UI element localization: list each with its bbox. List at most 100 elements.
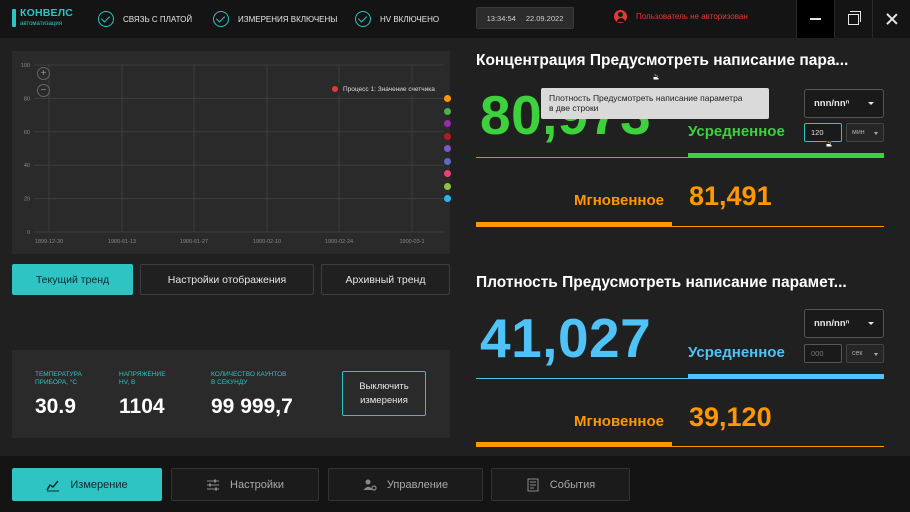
density-divider bbox=[476, 378, 688, 379]
status-label: HV ВКЛЮЧЕНО bbox=[380, 14, 440, 24]
check-circle-icon bbox=[213, 11, 229, 27]
x-tick-label: 1900-01-27 bbox=[180, 239, 208, 245]
series-color-dot[interactable] bbox=[444, 195, 451, 202]
density-inst-bar bbox=[476, 442, 672, 447]
nav-label: Настройки bbox=[230, 478, 284, 491]
status-board-connection: СВЯЗЬ С ПЛАТОЙ bbox=[98, 10, 192, 28]
chevron-down-icon bbox=[868, 102, 874, 105]
trend-chart[interactable]: 100 80 60 40 20 0 1899-12-30 1900-01-13 1900-01-… bbox=[12, 51, 450, 254]
density-value: 41,027 bbox=[480, 307, 652, 369]
current-trend-button[interactable]: Текущий тренд bbox=[12, 264, 133, 295]
nav-settings-button[interactable]: Настройки bbox=[171, 468, 319, 501]
nav-measurement-button[interactable]: Измерение bbox=[12, 468, 162, 501]
x-tick-label: 1900-03-1 bbox=[399, 239, 424, 245]
counts-label: КОЛИЧЕСТВО КАУНТОВ В СЕКУНДУ bbox=[211, 371, 287, 386]
maximize-icon bbox=[848, 10, 861, 25]
nav-label: Измерение bbox=[70, 478, 128, 491]
title-tooltip: Плотность Предусмотреть написание параме… bbox=[541, 88, 769, 119]
time: 13:34:54 bbox=[486, 13, 516, 23]
user-status[interactable]: Пользователь не авторизован bbox=[614, 10, 748, 23]
list-icon bbox=[527, 478, 539, 491]
density-avg-bar bbox=[688, 374, 884, 379]
chevron-down-icon bbox=[874, 132, 878, 135]
chart-line-icon bbox=[46, 480, 60, 491]
temperature-info: ТЕМПЕРАТУРА ПРИБОРА, °С 30.9 bbox=[35, 371, 82, 419]
avg-unit-value: мин bbox=[852, 129, 865, 136]
avg-unit-value: сек bbox=[852, 350, 863, 357]
y-tick-label: 0 bbox=[27, 230, 30, 236]
logo-mark-icon bbox=[12, 9, 16, 27]
concentration-inst-value: 81,491 bbox=[689, 181, 772, 211]
bottom-navigation: Измерение Настройки Управление События bbox=[0, 456, 910, 512]
user-status-text: Пользователь не авторизован bbox=[636, 12, 748, 21]
minimize-button[interactable] bbox=[796, 0, 834, 38]
series-selector[interactable] bbox=[444, 95, 458, 208]
density-avg-unit-select[interactable]: сек bbox=[846, 344, 884, 363]
density-inst-label: Мгновенное bbox=[574, 413, 664, 430]
chart-legend: Процесс 1: Значение счетчика bbox=[329, 83, 438, 95]
x-tick-label: 1900-02-24 bbox=[325, 239, 353, 245]
hand-cursor-icon bbox=[652, 71, 660, 81]
check-circle-icon bbox=[98, 11, 114, 27]
nav-control-button[interactable]: Управление bbox=[328, 468, 483, 501]
archive-trend-button[interactable]: Архивный тренд bbox=[321, 264, 450, 295]
temperature-value: 30.9 bbox=[35, 395, 76, 418]
density-unit-select[interactable]: nnn/nnⁿ bbox=[804, 309, 884, 338]
counts-value: 99 999,7 bbox=[211, 395, 293, 418]
density-avg-input[interactable]: 000 bbox=[804, 344, 842, 363]
density-inst-divider bbox=[672, 446, 884, 447]
nav-label: Управление bbox=[386, 478, 449, 491]
x-tick-label: 1900-01-13 bbox=[108, 239, 136, 245]
nav-events-button[interactable]: События bbox=[491, 468, 630, 501]
chevron-down-icon bbox=[874, 353, 878, 356]
status-label: ИЗМЕРЕНИЯ ВКЛЮЧЕНЫ bbox=[238, 14, 338, 24]
zoom-out-button[interactable]: − bbox=[37, 84, 50, 97]
legend-dot-icon bbox=[332, 86, 338, 92]
series-color-dot[interactable] bbox=[444, 145, 451, 152]
voltage-info: НАПРЯЖЕНИЕ HV, В 1104 bbox=[119, 371, 166, 419]
series-color-dot[interactable] bbox=[444, 95, 451, 102]
series-color-dot[interactable] bbox=[444, 157, 451, 165]
user-icon bbox=[614, 10, 627, 23]
datetime-display: 13:34:54 22.09.2022 bbox=[476, 7, 574, 29]
series-color-dot[interactable] bbox=[444, 120, 451, 127]
density-title: Плотность Предусмотреть написание параме… bbox=[476, 274, 847, 291]
series-color-dot[interactable] bbox=[444, 107, 451, 115]
series-color-dot[interactable] bbox=[444, 182, 451, 190]
temperature-label: ТЕМПЕРАТУРА ПРИБОРА, °С bbox=[35, 371, 82, 386]
x-tick-label: 1899-12-30 bbox=[35, 239, 63, 245]
hand-cursor-icon bbox=[825, 138, 833, 148]
concentration-inst-label: Мгновенное bbox=[574, 192, 664, 209]
voltage-value: 1104 bbox=[119, 395, 165, 418]
concentration-avg-unit-select[interactable]: мин bbox=[846, 123, 884, 142]
concentration-inst-divider bbox=[672, 226, 884, 227]
unit-select-value: nnn/nnⁿ bbox=[814, 98, 850, 109]
status-hv: HV ВКЛЮЧЕНО bbox=[355, 10, 439, 28]
zoom-in-button[interactable]: + bbox=[37, 67, 50, 80]
close-button[interactable] bbox=[872, 0, 910, 38]
status-label: СВЯЗЬ С ПЛАТОЙ bbox=[123, 14, 193, 24]
concentration-unit-select[interactable]: nnn/nnⁿ bbox=[804, 89, 884, 118]
chevron-down-icon bbox=[868, 322, 874, 325]
display-settings-button[interactable]: Настройки отображения bbox=[140, 264, 314, 295]
concentration-inst-bar bbox=[476, 222, 672, 227]
voltage-label: НАПРЯЖЕНИЕ HV, В bbox=[119, 371, 166, 386]
maximize-button[interactable] bbox=[834, 0, 872, 38]
unit-select-value: nnn/nnⁿ bbox=[814, 318, 850, 329]
logo: КОНВЕЛС автоматизация bbox=[12, 7, 82, 33]
series-color-dot[interactable] bbox=[444, 132, 451, 140]
concentration-title: Концентрация Предусмотреть написание пар… bbox=[476, 52, 849, 69]
stop-measurements-button[interactable]: Выключить измерения bbox=[342, 371, 426, 416]
x-tick-label: 1900-02-10 bbox=[253, 239, 281, 245]
series-color-dot[interactable] bbox=[444, 170, 451, 177]
concentration-avg-input[interactable]: 120 bbox=[804, 123, 842, 142]
y-tick-label: 100 bbox=[21, 63, 30, 69]
status-measurements: ИЗМЕРЕНИЯ ВКЛЮЧЕНЫ bbox=[213, 10, 337, 28]
density-inst-value: 39,120 bbox=[689, 402, 772, 432]
sliders-icon bbox=[207, 479, 220, 490]
logo-subtitle: автоматизация bbox=[20, 21, 62, 27]
density-avg-label: Усредненное bbox=[688, 344, 785, 361]
trend-chart-panel[interactable]: 100 80 60 40 20 0 1899-12-30 1900-01-13 1900-01-… bbox=[12, 51, 450, 254]
y-tick-label: 20 bbox=[24, 197, 30, 203]
legend-label: Процесс 1: Значение счетчика bbox=[343, 85, 435, 93]
